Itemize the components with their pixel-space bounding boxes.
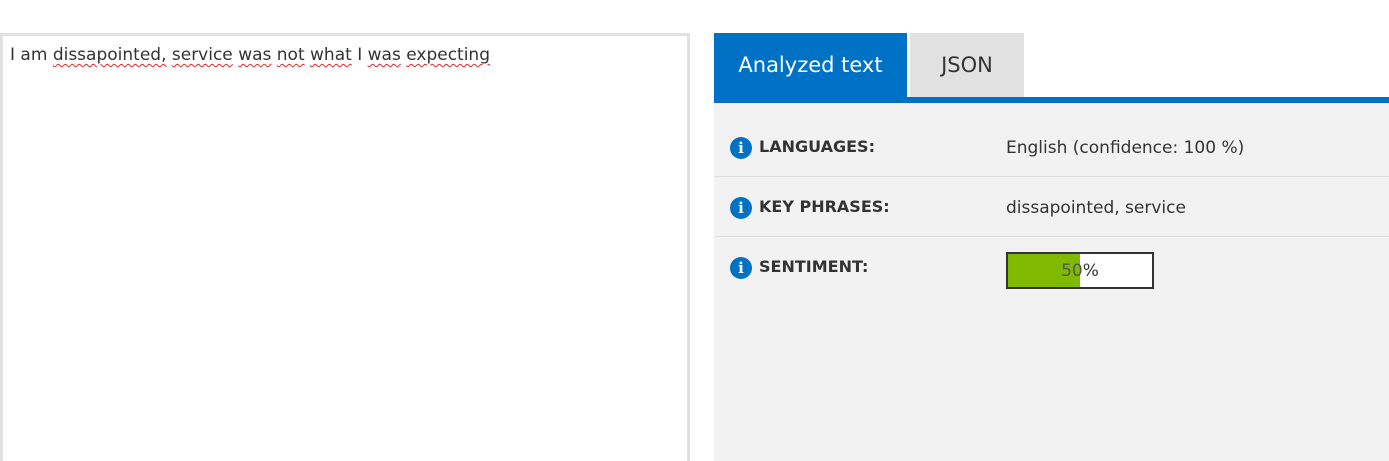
results-tabs: Analyzed text JSON	[714, 33, 1389, 97]
input-word: I	[10, 45, 16, 65]
input-word: what	[310, 45, 352, 65]
sentiment-label: SENTIMENT:	[759, 257, 869, 276]
results-panel: Analyzed text JSON i LANGUAGES: English …	[714, 33, 1389, 461]
tab-analyzed-text[interactable]: Analyzed text	[714, 33, 907, 97]
sentiment-score-text: 50 %	[1008, 254, 1152, 287]
input-word: dissapointed,	[52, 45, 167, 65]
key-phrases-value: dissapointed, service	[1006, 198, 1186, 218]
input-word: was	[367, 45, 401, 65]
analysis-results: i LANGUAGES: English (confidence: 100 %)…	[714, 103, 1389, 461]
input-word: am	[20, 45, 48, 65]
key-phrases-label: KEY PHRASES:	[759, 197, 890, 216]
input-word: not	[276, 45, 305, 65]
sentiment-score-value: 50	[1061, 260, 1083, 281]
tab-json[interactable]: JSON	[910, 33, 1024, 97]
input-word: expecting	[406, 45, 490, 65]
languages-row: i LANGUAGES: English (confidence: 100 %)	[714, 117, 1389, 177]
languages-value: English (confidence: 100 %)	[1006, 138, 1245, 158]
input-word: was	[238, 45, 272, 65]
languages-label: LANGUAGES:	[759, 137, 875, 156]
input-word: service	[171, 45, 233, 65]
info-icon[interactable]: i	[730, 257, 752, 279]
info-icon[interactable]: i	[730, 197, 752, 219]
info-icon[interactable]: i	[730, 137, 752, 159]
text-analytics-demo: I am dissapointed, service was not what …	[0, 0, 1389, 461]
sentiment-row: i SENTIMENT: 50 %	[714, 237, 1389, 296]
input-word: I	[357, 45, 363, 65]
sentiment-unit: %	[1082, 260, 1099, 281]
input-text-area[interactable]: I am dissapointed, service was not what …	[0, 33, 690, 461]
sentiment-score-bar: 50 %	[1006, 252, 1154, 289]
key-phrases-row: i KEY PHRASES: dissapointed, service	[714, 177, 1389, 237]
